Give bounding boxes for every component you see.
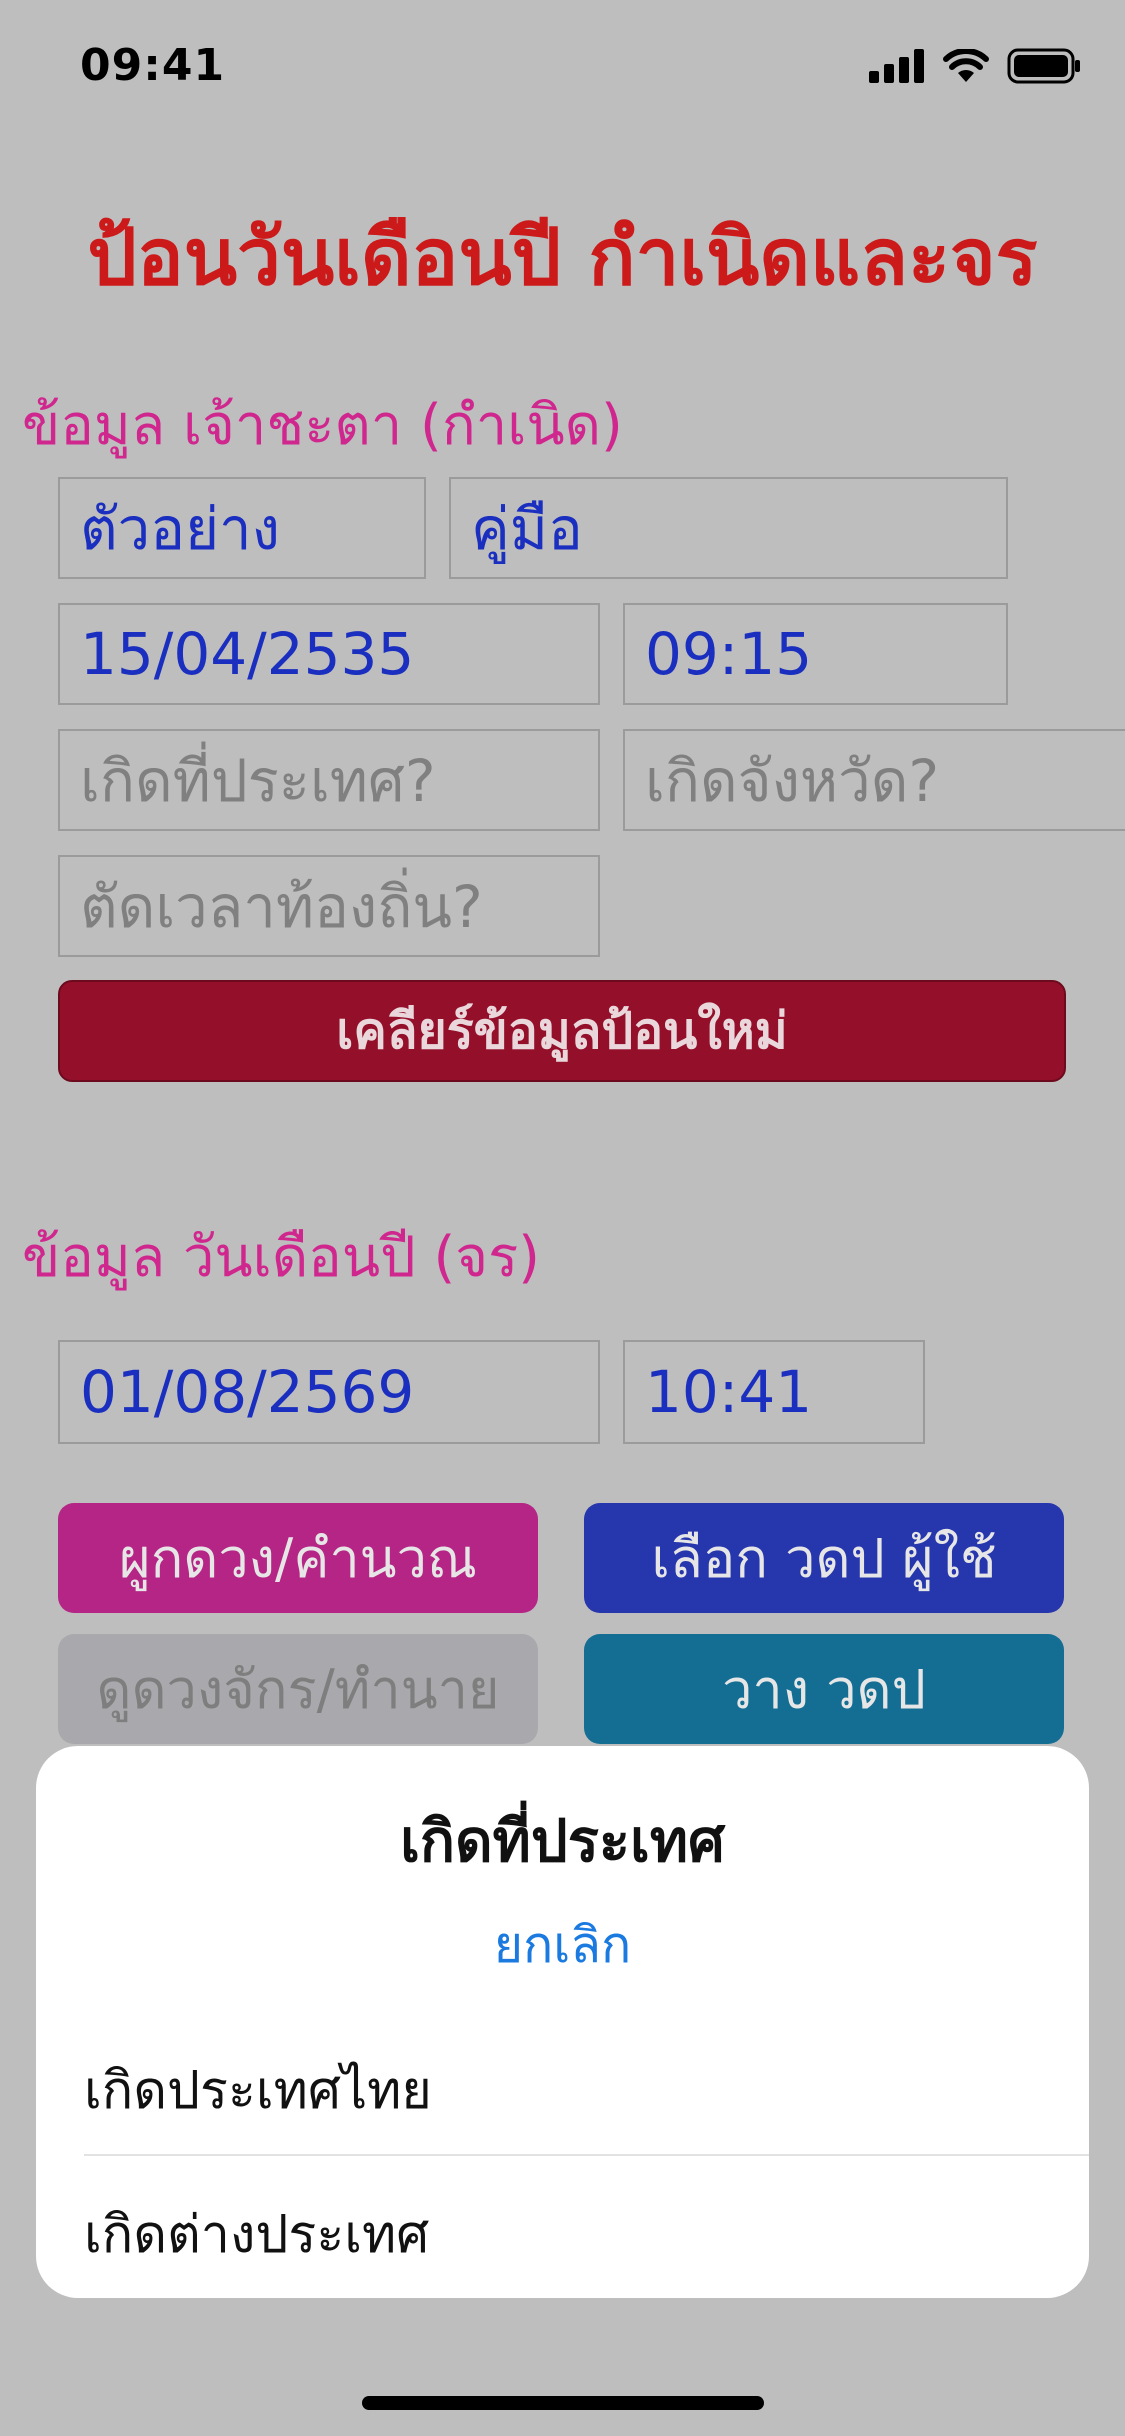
birth-province-field[interactable]: เกิดจังหวัด? xyxy=(623,729,1125,831)
local-time-field[interactable]: ตัดเวลาท้องถิ่น? xyxy=(58,855,600,957)
divider xyxy=(84,2154,1089,2156)
option-born-thailand[interactable]: เกิดประเทศไทย xyxy=(84,2048,432,2131)
status-time: 09:41 xyxy=(80,40,226,91)
manual-field[interactable]: คู่มือ xyxy=(449,477,1008,579)
home-indicator[interactable] xyxy=(362,2396,764,2410)
cellular-signal-icon xyxy=(869,49,924,83)
birth-date-field[interactable]: 15/04/2535 xyxy=(58,603,600,705)
action-sheet-title: เกิดที่ประเทศ xyxy=(400,1807,725,1875)
example-field[interactable]: ตัวอย่าง xyxy=(58,477,426,579)
wifi-icon xyxy=(943,49,989,82)
birth-country-action-sheet: เกิดที่ประเทศ ยกเลิก เกิดประเทศไทย เกิดต… xyxy=(36,1746,1089,2298)
birth-time-field[interactable]: 09:15 xyxy=(623,603,1008,705)
clear-button[interactable]: เคลียร์ข้อมูลป้อนใหม่ xyxy=(58,980,1066,1082)
birth-section-heading: ข้อมูล เจ้าชะตา (กำเนิด) xyxy=(22,393,623,458)
battery-icon xyxy=(1007,48,1080,84)
transit-section-heading: ข้อมูล วันเดือนปี (จร) xyxy=(22,1225,541,1290)
birth-country-field[interactable]: เกิดที่ประเทศ? xyxy=(58,729,600,831)
view-wheel-button[interactable]: ดูดวงจักร/ทำนาย xyxy=(58,1634,538,1744)
page-title: ป้อนวันเดือนปี กำเนิดและจร xyxy=(87,213,1038,303)
option-born-abroad[interactable]: เกิดต่างประเทศ xyxy=(84,2192,429,2275)
status-icons xyxy=(869,48,1081,84)
transit-date-field[interactable]: 01/08/2569 xyxy=(58,1340,600,1444)
transit-time-field[interactable]: 10:41 xyxy=(623,1340,925,1444)
cancel-button[interactable]: ยกเลิก xyxy=(36,1906,1089,1985)
chart-button[interactable]: ผูกดวง/คำนวณ xyxy=(58,1503,538,1613)
paste-date-button[interactable]: วาง วดป xyxy=(584,1634,1064,1744)
select-user-date-button[interactable]: เลือก วดป ผู้ใช้ xyxy=(584,1503,1064,1613)
